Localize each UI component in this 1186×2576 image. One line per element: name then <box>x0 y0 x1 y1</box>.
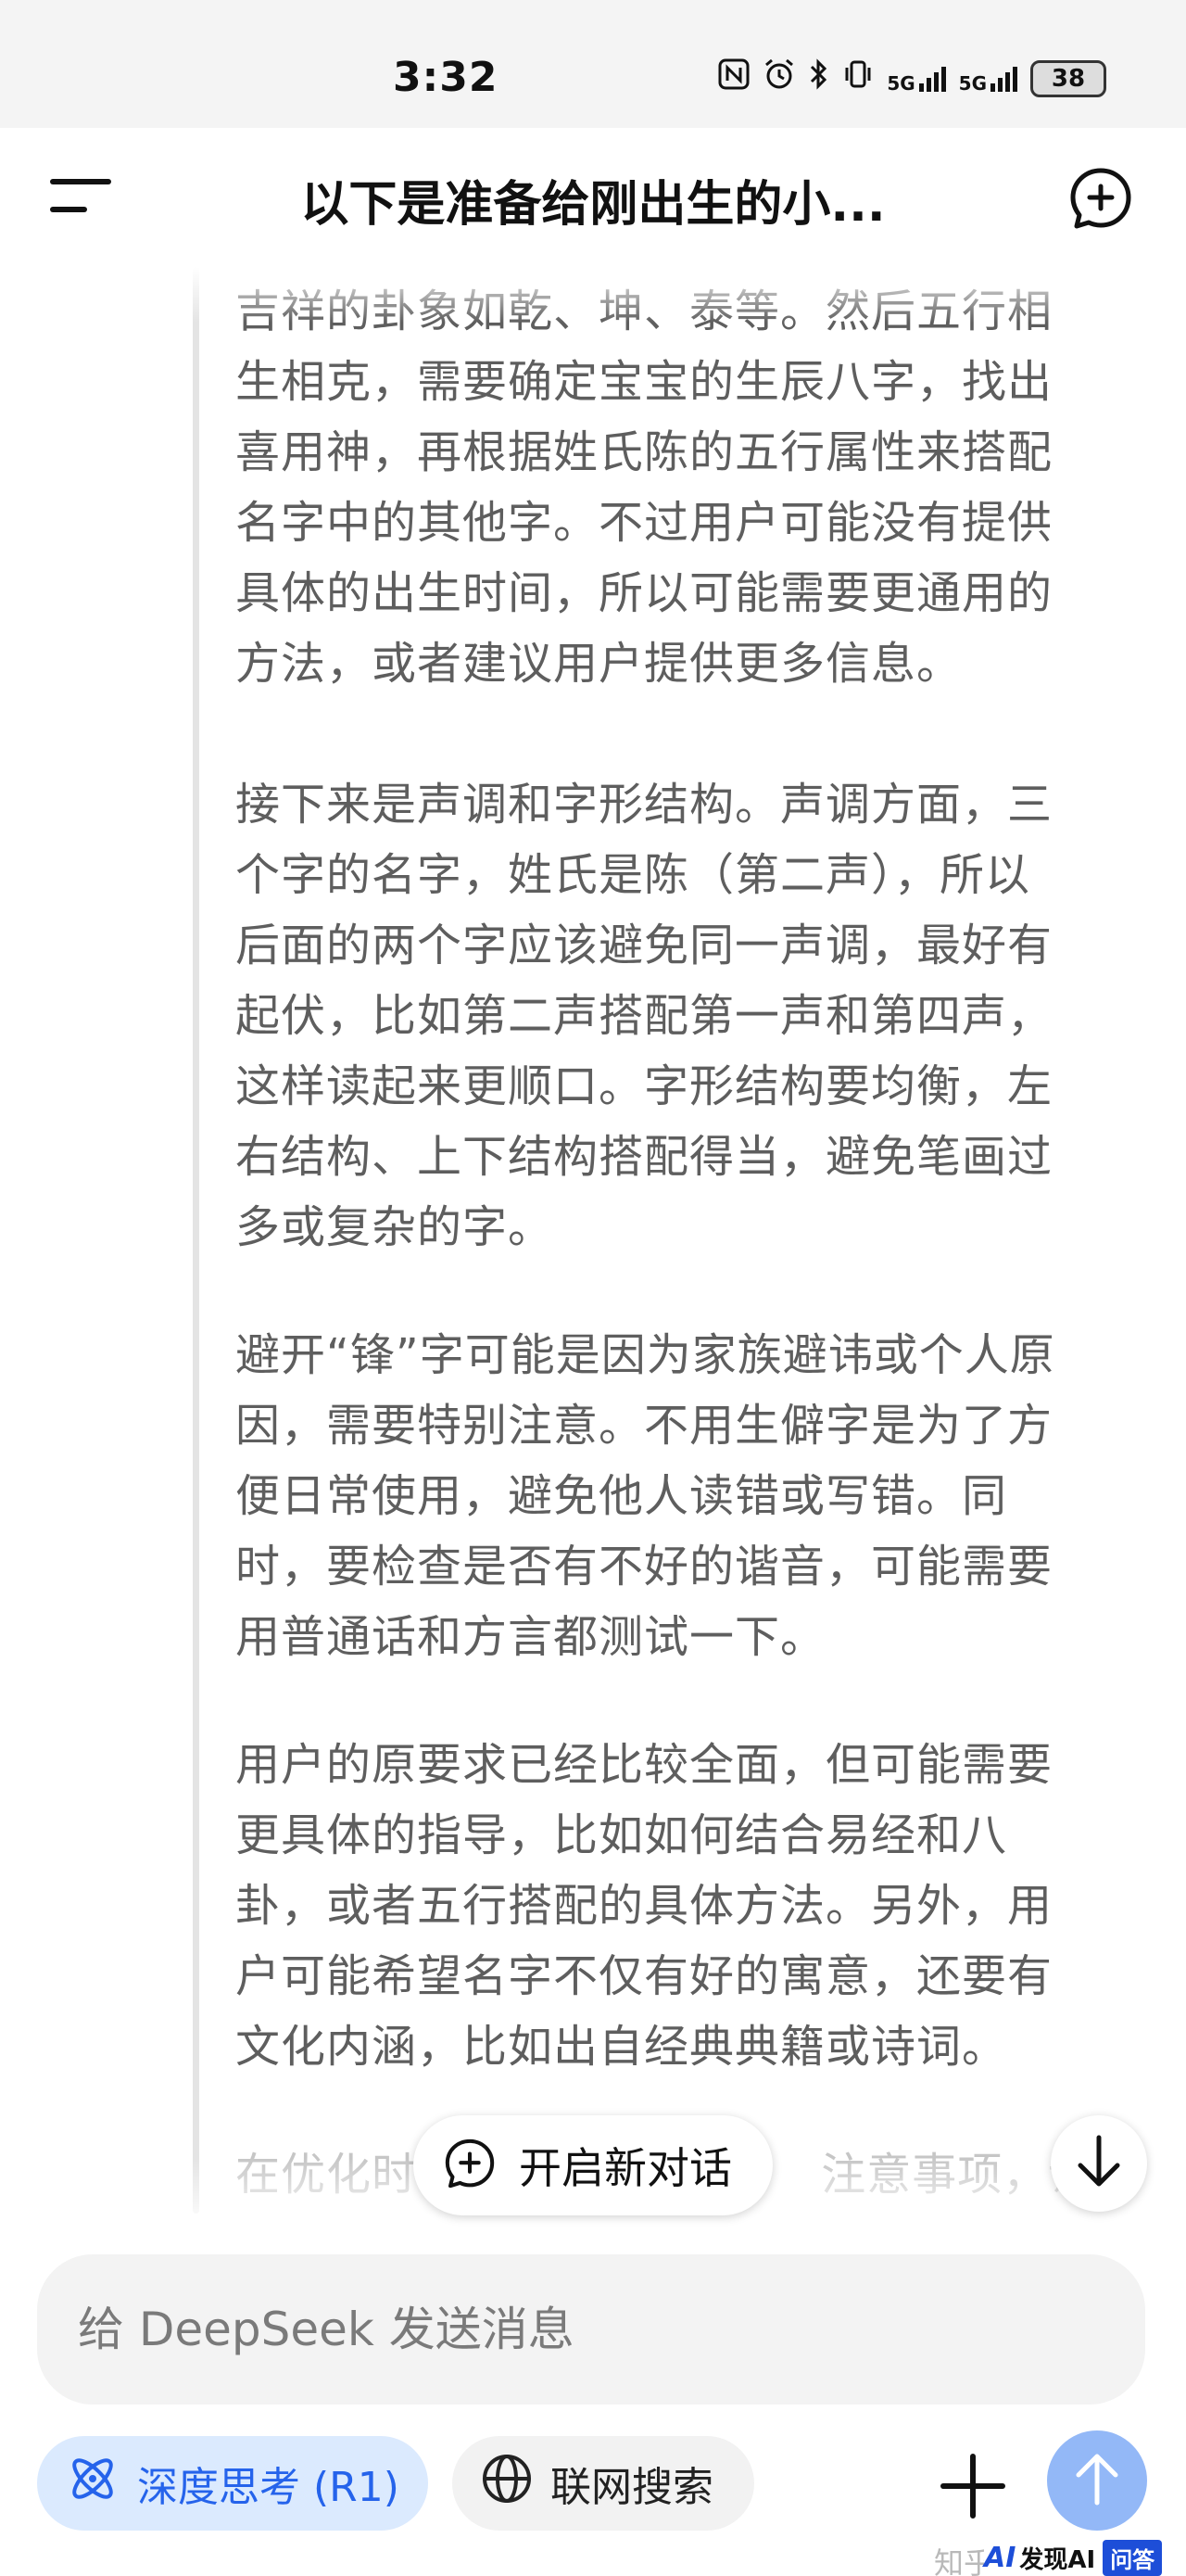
status-time: 3:32 <box>393 54 498 101</box>
text-line: 文化内涵，比如出自经典典籍或诗词。 <box>235 2021 1008 2073</box>
deep-think-label: 深度思考 (R1) <box>137 2464 399 2511</box>
scroll-to-bottom-button[interactable] <box>1051 2115 1147 2212</box>
web-search-label: 联网搜索 <box>550 2464 713 2511</box>
text-line: 生相克，需要确定宝宝的生辰八字，找出 <box>235 356 1054 408</box>
vibrate-icon <box>842 58 874 98</box>
message-input-container[interactable] <box>37 2254 1145 2405</box>
text-line: 避开“锋”字可能是因为家族避讳或个人原 <box>235 1329 1055 1381</box>
plus-icon <box>934 2454 1012 2529</box>
signal-icon: 5G <box>959 65 1017 93</box>
menu-line <box>50 179 111 184</box>
text-line: 卦，或者五行搭配的具体方法。另外，用 <box>235 1880 1054 1932</box>
badge-name: 发现AI <box>1019 2546 1096 2574</box>
text-line: 多或复杂的字。 <box>235 1201 554 1253</box>
nfc-icon <box>718 58 750 98</box>
reasoning-quote-bar <box>193 267 199 2214</box>
text-line: 这样读起来更顺口。字形结构要均衡，左 <box>235 1060 1054 1112</box>
text-line: 具体的出生时间，所以可能需要更通用的 <box>235 567 1054 619</box>
attach-button[interactable] <box>934 2447 1012 2525</box>
chat-title[interactable]: 以下是准备给刚出生的小... <box>185 165 1001 235</box>
text-line: 更具体的指导，比如如何结合易经和八 <box>235 1809 1008 1861</box>
text-line: 接下来是声调和字形结构。声调方面，三 <box>235 779 1054 831</box>
web-search-toggle[interactable]: 联网搜索 <box>452 2436 754 2531</box>
text-line: 名字中的其他字。不过用户可能没有提供 <box>235 497 1054 549</box>
new-chat-icon[interactable] <box>1067 165 1134 232</box>
top-fade <box>0 267 1186 323</box>
deep-think-toggle[interactable]: 深度思考 (R1) <box>37 2436 428 2531</box>
app-header: 以下是准备给刚出生的小... <box>0 128 1186 267</box>
text-line: 喜用神，再根据姓氏陈的五行属性来搭配 <box>235 426 1054 478</box>
text-line: 起伏，比如第二声搭配第一声和第四声， <box>235 990 1054 1042</box>
thinking-content: 吉祥的卦象如乾、坤、泰等。然后五行相 生相克，需要确定宝宝的生辰八字，找出 喜用… <box>0 267 1186 2214</box>
globe-icon <box>480 2452 534 2516</box>
new-chat-icon <box>443 2137 497 2194</box>
atom-icon <box>65 2451 120 2517</box>
start-new-chat-button[interactable]: 开启新对话 <box>413 2115 773 2215</box>
text-line: 个字的名字，姓氏是陈（第二声），所以 <box>235 849 1031 901</box>
badge-ai: AI <box>984 2542 1016 2574</box>
reasoning-paragraph: 避开“锋”字可能是因为家族避讳或个人原 因，需要特别注意。不用生僻字是为了方 便… <box>235 1320 1125 1672</box>
reasoning-paragraph: 吉祥的卦象如乾、坤、泰等。然后五行相 生相克，需要确定宝宝的生辰八字，找出 喜用… <box>235 276 1125 699</box>
alarm-icon <box>763 57 796 99</box>
message-input[interactable] <box>78 2254 1097 2405</box>
menu-line <box>50 207 87 212</box>
text-line: 右结构、上下结构搭配得当，避免笔画过 <box>235 1131 1054 1183</box>
send-button[interactable] <box>1047 2430 1147 2531</box>
start-new-chat-label: 开启新对话 <box>519 2143 732 2193</box>
arrow-up-icon <box>1073 2451 1121 2510</box>
reasoning-paragraph: 用户的原要求已经比较全面，但可能需要 更具体的指导，比如如何结合易经和八 卦，或… <box>235 1730 1125 2082</box>
reasoning-paragraph: 接下来是声调和字形结构。声调方面，三 个字的名字，姓氏是陈（第二声），所以 后面… <box>235 769 1125 1263</box>
text-line: 后面的两个字应该避免同一声调，最好有 <box>235 920 1054 971</box>
text-line: 时，要检查是否有不好的谐音，可能需要 <box>235 1541 1054 1593</box>
text-line: 用户的原要求已经比较全面，但可能需要 <box>235 1739 1054 1791</box>
badge-tag: 问答 <box>1103 2540 1163 2576</box>
menu-icon[interactable] <box>50 179 115 216</box>
status-icons: 5G 5G 38 <box>718 57 1106 99</box>
status-bar: 3:32 5G 5G 38 <box>0 0 1186 128</box>
text-line: 方法，或者建议用户提供更多信息。 <box>235 638 963 690</box>
signal-icon: 5G <box>887 65 946 93</box>
arrow-down-icon <box>1075 2134 1123 2193</box>
text-line: 户可能希望名字不仅有好的寓意，还要有 <box>235 1950 1054 2002</box>
text-line: 用普通话和方言都测试一下。 <box>235 1611 826 1663</box>
bluetooth-icon <box>809 58 829 98</box>
battery-icon: 38 <box>1030 59 1106 97</box>
text-line: 便日常使用，避免他人读错或写错。同 <box>235 1470 1008 1522</box>
watermark-badge: AI 发现AI 问答 <box>984 2540 1163 2576</box>
text-line: 因，需要特别注意。不用生僻字是为了方 <box>235 1400 1054 1452</box>
